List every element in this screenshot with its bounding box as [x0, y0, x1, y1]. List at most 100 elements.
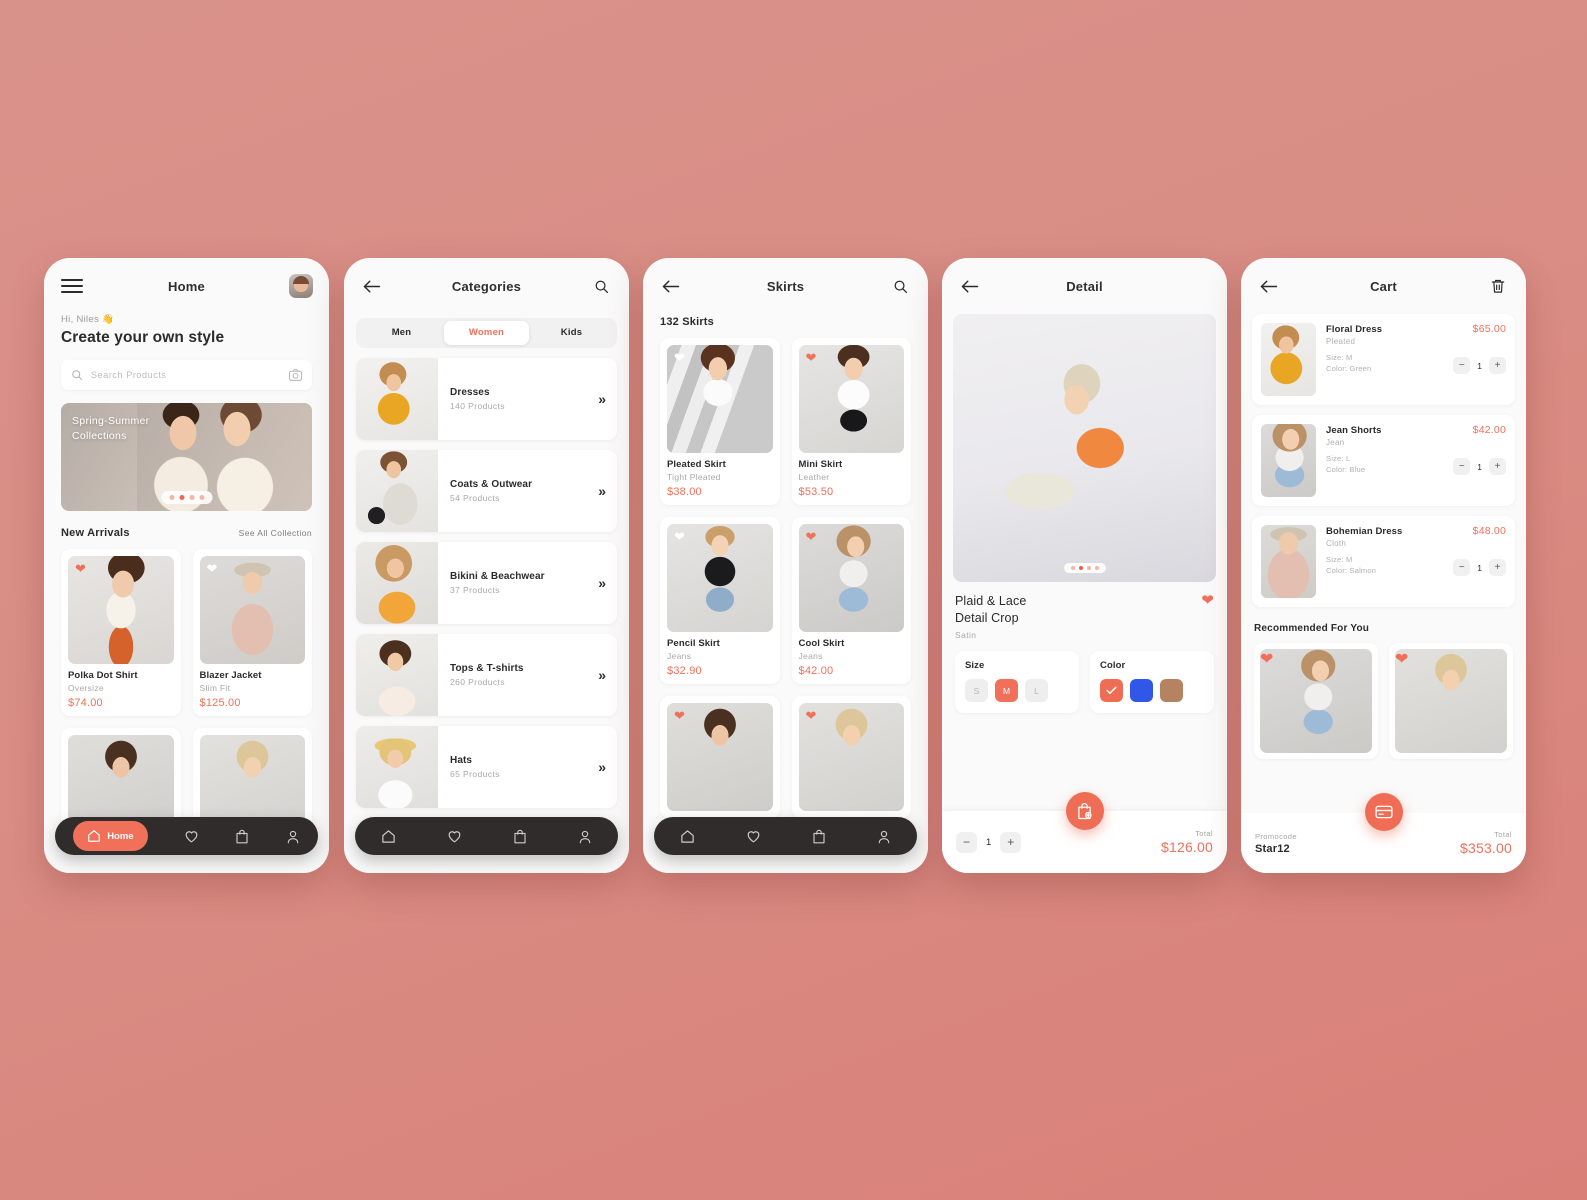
favorite-heart-icon[interactable]: ❤: [1260, 651, 1273, 668]
product-image: ❤: [68, 556, 174, 664]
banner-dot[interactable]: [189, 495, 194, 500]
see-all-link[interactable]: See All Collection: [239, 528, 312, 538]
tab-men[interactable]: Men: [359, 321, 444, 345]
quantity-decrease-button[interactable]: −: [956, 831, 977, 853]
category-meta: Dresses 140 Products: [438, 387, 598, 411]
product-card[interactable]: ❤: [660, 696, 780, 818]
product-card[interactable]: ❤ Pencil Skirt Jeans $32.90: [660, 517, 780, 684]
cart-item[interactable]: Jean Shorts $42.00 Jean Size: L Color: B…: [1252, 415, 1515, 506]
promo-banner[interactable]: Spring-Summer Collections: [61, 403, 312, 511]
banner-dot[interactable]: [169, 495, 174, 500]
search-input[interactable]: Search Products: [91, 370, 289, 380]
quantity-increase-button[interactable]: +: [1489, 559, 1506, 576]
nav-item-profile[interactable]: [877, 829, 891, 844]
camera-icon[interactable]: [289, 369, 302, 381]
back-button[interactable]: [659, 274, 683, 298]
gallery-dot-active[interactable]: [1078, 566, 1083, 570]
category-row-bikini[interactable]: Bikini & Beachwear 37 Products »: [356, 542, 617, 624]
search-button[interactable]: [589, 274, 613, 298]
favorite-heart-icon[interactable]: ❤: [806, 709, 817, 722]
cart-item-footer: Size: M Color: Salmon − 1 +: [1326, 554, 1506, 576]
banner-dot[interactable]: [199, 495, 204, 500]
tab-kids[interactable]: Kids: [529, 321, 614, 345]
nav-item-home[interactable]: [680, 829, 695, 844]
nav-item-bag[interactable]: [812, 829, 826, 844]
color-option-brown[interactable]: [1160, 679, 1183, 702]
favorite-heart-icon[interactable]: ❤: [674, 351, 685, 364]
favorite-heart-icon[interactable]: ❤: [75, 562, 86, 575]
chevron-right-icon[interactable]: »: [598, 575, 617, 591]
color-option-salmon[interactable]: [1100, 679, 1123, 702]
banner-dot-active[interactable]: [179, 495, 184, 500]
favorite-heart-icon[interactable]: ❤: [806, 351, 817, 364]
chevron-right-icon[interactable]: »: [598, 391, 617, 407]
size-label: Size: [965, 660, 985, 671]
add-to-bag-button[interactable]: [1065, 792, 1104, 830]
quantity-decrease-button[interactable]: −: [1453, 458, 1471, 475]
category-row-coats[interactable]: Coats & Outwear 54 Products »: [356, 450, 617, 532]
back-button[interactable]: [360, 274, 384, 298]
gallery-dots[interactable]: [1063, 563, 1106, 573]
nav-item-favorites[interactable]: [746, 829, 761, 844]
recommended-card[interactable]: ❤: [1389, 643, 1513, 759]
banner-dots[interactable]: [161, 491, 212, 504]
menu-button[interactable]: [60, 274, 84, 298]
quantity-increase-button[interactable]: +: [1489, 357, 1506, 374]
category-row-dresses[interactable]: Dresses 140 Products »: [356, 358, 617, 440]
chevron-right-icon[interactable]: »: [598, 759, 617, 775]
search-icon: [894, 280, 907, 293]
size-option-s[interactable]: S: [965, 679, 988, 702]
tab-women[interactable]: Women: [444, 321, 529, 345]
category-thumbnail: [356, 450, 438, 532]
gallery-dot[interactable]: [1070, 566, 1075, 570]
product-gallery[interactable]: [953, 314, 1216, 582]
chevron-right-icon[interactable]: »: [598, 483, 617, 499]
favorite-heart-icon[interactable]: ❤: [1395, 651, 1408, 668]
nav-item-bag[interactable]: [235, 829, 249, 844]
product-card[interactable]: ❤: [791, 696, 911, 818]
nav-item-profile[interactable]: [578, 829, 592, 844]
favorite-heart-icon[interactable]: ❤: [674, 530, 685, 543]
checkout-button[interactable]: [1364, 793, 1403, 831]
back-button[interactable]: [958, 274, 982, 298]
cart-item-price: $42.00: [1472, 424, 1506, 436]
quantity-increase-button[interactable]: +: [1489, 458, 1506, 475]
search-bar[interactable]: Search Products: [61, 360, 312, 390]
color-option-blue[interactable]: [1130, 679, 1153, 702]
search-button[interactable]: [888, 274, 912, 298]
product-card[interactable]: ❤ Blazer Jacket Slim Fit $125.00: [192, 549, 312, 716]
nav-item-favorites[interactable]: [447, 829, 462, 844]
category-row-tops[interactable]: Tops & T-shirts 260 Products »: [356, 634, 617, 716]
avatar[interactable]: [289, 274, 313, 298]
delete-all-button[interactable]: [1486, 274, 1510, 298]
gallery-dot[interactable]: [1094, 566, 1099, 570]
product-price: $42.00: [798, 665, 834, 677]
nav-item-home[interactable]: Home: [73, 821, 148, 851]
product-card[interactable]: ❤ Pleated Skirt Tight Pleated $38.00: [660, 338, 780, 505]
quantity-decrease-button[interactable]: −: [1453, 559, 1471, 576]
size-option-l[interactable]: L: [1025, 679, 1048, 702]
product-card[interactable]: ❤ Cool Skirt Jeans $42.00: [791, 517, 911, 684]
nav-item-profile[interactable]: [286, 829, 300, 844]
cart-item[interactable]: Bohemian Dress $48.00 Cloth Size: M Colo…: [1252, 516, 1515, 607]
promocode-block[interactable]: Promocode Star12: [1255, 832, 1297, 855]
size-chips: S M L: [965, 679, 1069, 702]
favorite-heart-icon[interactable]: ❤: [207, 562, 218, 575]
nav-item-favorites[interactable]: [184, 829, 199, 844]
size-option-m[interactable]: M: [995, 679, 1018, 702]
back-button[interactable]: [1257, 274, 1281, 298]
category-row-hats[interactable]: Hats 65 Products »: [356, 726, 617, 808]
recommended-card[interactable]: ❤: [1254, 643, 1378, 759]
cart-item[interactable]: Floral Dress $65.00 Pleated Size: M Colo…: [1252, 314, 1515, 405]
nav-item-bag[interactable]: [513, 829, 527, 844]
quantity-decrease-button[interactable]: −: [1453, 357, 1471, 374]
quantity-increase-button[interactable]: +: [1000, 831, 1022, 853]
favorite-heart-icon[interactable]: ❤: [806, 530, 817, 543]
product-card[interactable]: ❤ Mini Skirt Leather $53.50: [791, 338, 911, 505]
favorite-heart-icon[interactable]: ❤: [674, 709, 685, 722]
gallery-dot[interactable]: [1086, 566, 1091, 570]
nav-item-home[interactable]: [381, 829, 396, 844]
chevron-right-icon[interactable]: »: [598, 667, 617, 683]
favorite-heart-icon[interactable]: ❤: [1201, 593, 1214, 608]
product-card[interactable]: ❤ Polka Dot Shirt Oversize $74.00: [61, 549, 181, 716]
